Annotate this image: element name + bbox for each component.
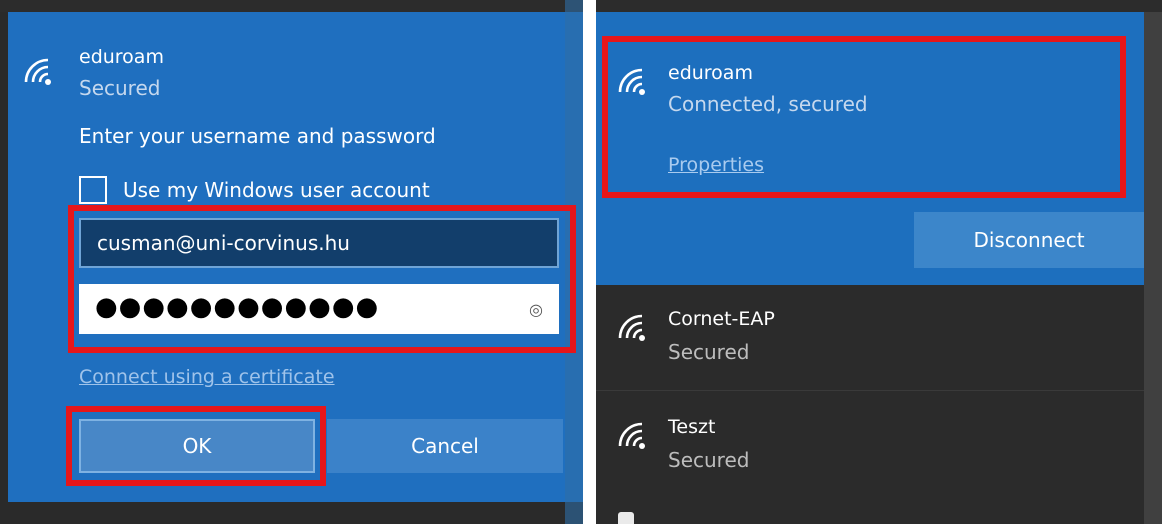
wifi-icon: [618, 422, 645, 449]
connected-network-name: eduroam: [668, 62, 753, 84]
network-name: Teszt: [668, 416, 716, 438]
network-status: Secured: [668, 448, 750, 472]
wifi-icon: [618, 314, 645, 341]
network-status: Secured: [668, 340, 750, 364]
wifi-icon: [618, 68, 645, 95]
wifi-icon: [24, 58, 51, 85]
windows-account-checkbox-row[interactable]: Use my Windows user account: [79, 176, 430, 204]
password-value: ●●●●●●●●●●●●: [95, 292, 380, 322]
password-input[interactable]: ●●●●●●●●●●●● ◎: [79, 284, 559, 334]
top-strip: [0, 0, 583, 12]
network-name: Cornet-EAP: [668, 308, 775, 330]
scrollbar[interactable]: [1144, 12, 1162, 524]
windows-account-checkbox[interactable]: [79, 176, 107, 204]
username-input[interactable]: cusman@uni-corvinus.hu: [79, 218, 559, 268]
credentials-prompt: Enter your username and password: [79, 124, 436, 148]
checkbox-label: Use my Windows user account: [123, 178, 430, 202]
right-wifi-list-panel: eduroam Connected, secured Properties Di…: [596, 0, 1162, 524]
cancel-button[interactable]: Cancel: [327, 419, 563, 473]
scrollbar[interactable]: [565, 0, 583, 524]
disconnect-button[interactable]: Disconnect: [914, 212, 1144, 268]
properties-link[interactable]: Properties: [668, 154, 764, 176]
connected-network-status: Connected, secured: [668, 92, 868, 116]
network-status: Secured: [79, 76, 161, 100]
ok-button[interactable]: OK: [79, 419, 315, 473]
top-strip: [596, 0, 1162, 12]
certificate-link[interactable]: Connect using a certificate: [79, 366, 335, 388]
shield-icon: [618, 512, 634, 524]
username-value: cusman@uni-corvinus.hu: [97, 231, 350, 255]
eye-icon[interactable]: ◎: [529, 300, 543, 319]
divider: [596, 390, 1144, 391]
bottom-strip: [0, 502, 583, 524]
network-name: eduroam: [79, 46, 164, 68]
left-wifi-login-panel: eduroam Secured Enter your username and …: [0, 0, 583, 524]
